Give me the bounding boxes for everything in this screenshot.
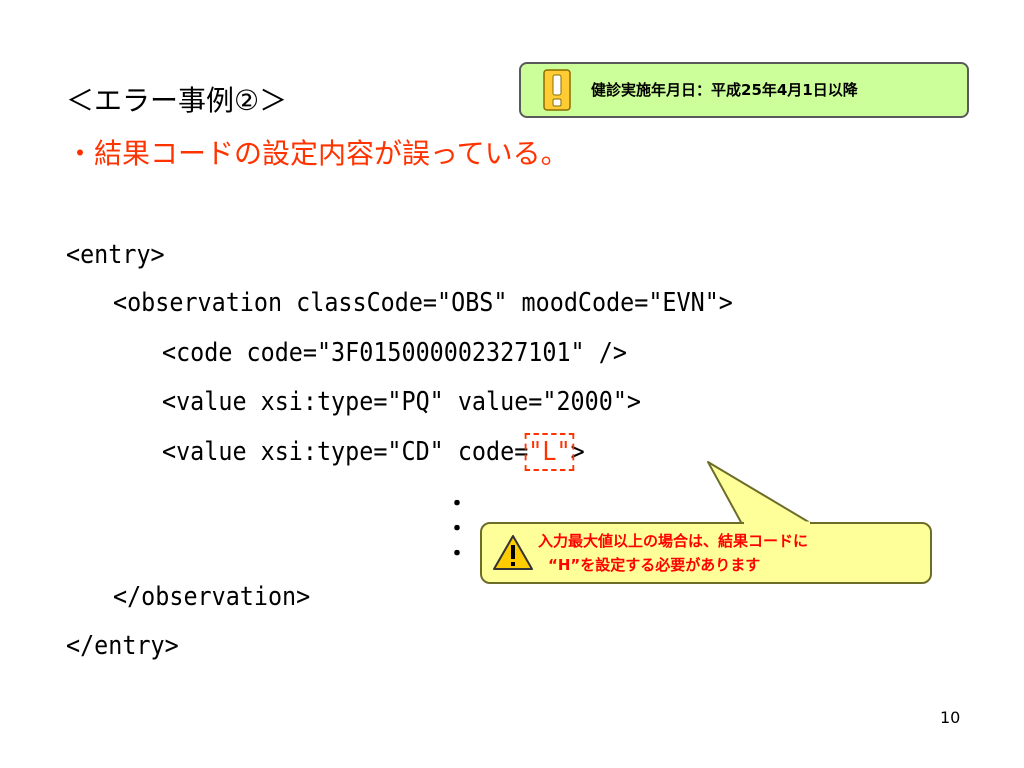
callout-text-line2: “H”を設定する必要があります: [548, 556, 761, 574]
ellipsis-dot: ・: [446, 542, 469, 567]
page-subtitle: ・結果コードの設定内容が誤っている。: [66, 137, 569, 170]
notice-text: 健診実施年月日：平成25年4月1日以降: [591, 81, 858, 99]
code-line-observation-close: </observation>: [113, 582, 311, 612]
code-line-observation-open: <observation classCode="OBS" moodCode="E…: [113, 288, 733, 318]
callout-text-line1: 入力最大値以上の場合は、結果コードに: [538, 532, 809, 550]
page-title: ＜エラー事例②＞: [66, 84, 288, 117]
code-line-value-pq: <value xsi:type="PQ" value="2000">: [162, 387, 641, 417]
page-number: 10: [940, 708, 961, 727]
code-line-value-cd-prefix: <value xsi:type="CD" code=: [162, 437, 529, 467]
code-line-code: <code code="3F015000002327101" />: [162, 338, 627, 368]
code-line-entry-close: </entry>: [66, 631, 179, 661]
code-line-value-cd: <value xsi:type="CD" code="L">: [162, 433, 585, 471]
notice-box: 健診実施年月日：平成25年4月1日以降: [519, 62, 969, 118]
error-highlight-value: "L": [524, 433, 575, 471]
code-line-entry-open: <entry>: [66, 240, 165, 270]
exclamation-icon: [543, 69, 571, 111]
code-line-value-cd-suffix: >: [570, 437, 585, 467]
warning-icon: [493, 535, 533, 570]
callout-box: 入力最大値以上の場合は、結果コードに “H”を設定する必要があります: [480, 522, 932, 584]
